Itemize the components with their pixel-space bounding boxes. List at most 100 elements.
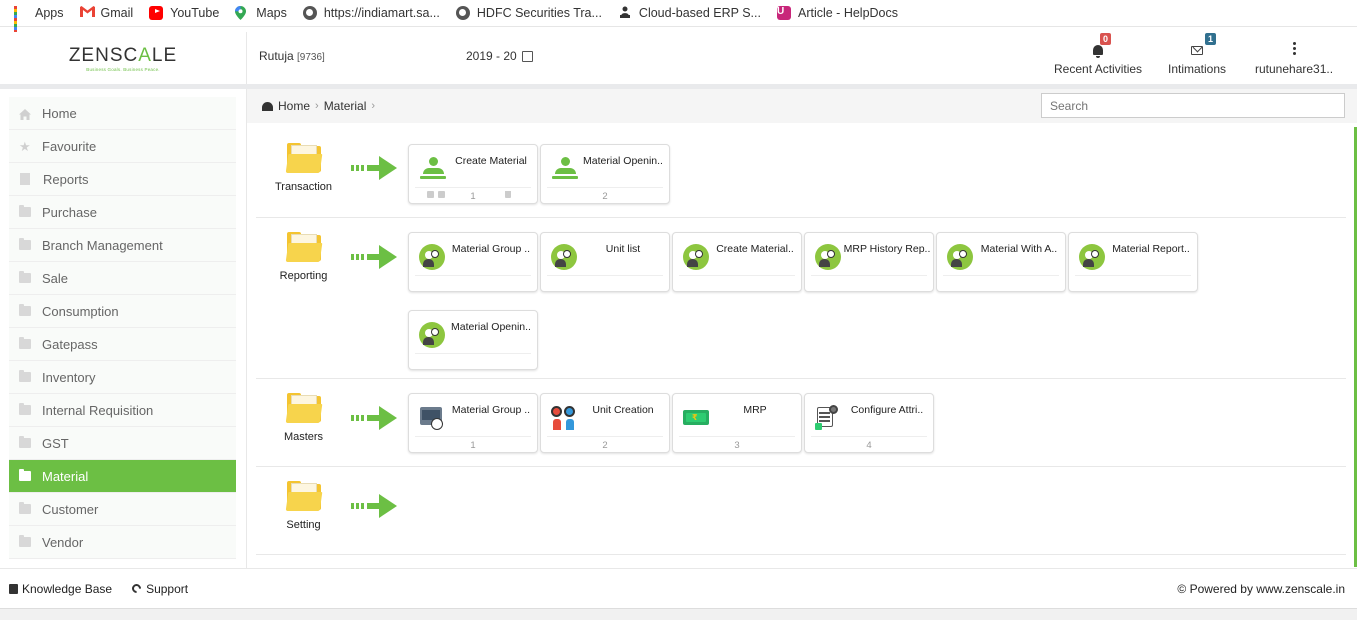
- sidebar-item-label: Material: [42, 468, 89, 484]
- folder-icon: [19, 205, 31, 217]
- financial-year[interactable]: 2019 - 20: [466, 49, 533, 63]
- knowledge-base-link[interactable]: Knowledge Base: [9, 582, 112, 596]
- folder-icon: [19, 535, 31, 547]
- sidebar-item-label: Customer: [42, 501, 99, 517]
- card-number: 2: [602, 440, 608, 451]
- card-create-material-report[interactable]: Create Material..: [672, 232, 802, 292]
- sidebar-item-purchase[interactable]: Purchase: [9, 196, 236, 229]
- sidebar-item-label: Purchase: [42, 204, 97, 220]
- apps-grid-icon: [14, 6, 28, 33]
- card-material-group-report[interactable]: Material Group ..: [408, 232, 538, 292]
- sidebar-item-material[interactable]: Material: [9, 460, 236, 493]
- bookmark-gmail[interactable]: Gmail: [79, 6, 133, 20]
- folder-icon: [285, 481, 322, 511]
- folder-icon: [19, 370, 31, 382]
- sidebar-item-label: Gatepass: [42, 336, 98, 352]
- sidebar-item-consumption[interactable]: Consumption: [9, 295, 236, 328]
- card-material-opening[interactable]: Material Openin.. 2: [540, 144, 670, 204]
- sidebar-item-home[interactable]: Home: [9, 97, 236, 130]
- card-title: Material Group ..: [451, 244, 531, 255]
- support-label: Support: [146, 581, 189, 596]
- user-id: [9736]: [297, 52, 325, 63]
- intimations-button[interactable]: 1 Intimations: [1168, 33, 1226, 76]
- gmail-icon: [79, 6, 95, 20]
- breadcrumb-material[interactable]: Material: [324, 99, 367, 113]
- folder-icon: [19, 436, 31, 448]
- section-label: Setting: [286, 519, 321, 531]
- support-link[interactable]: Support: [130, 581, 189, 596]
- bookmark-helpdocs[interactable]: U Article - HelpDocs: [776, 6, 899, 20]
- trash-icon[interactable]: [505, 191, 511, 198]
- section-masters: Masters Material Group .. 1 Unit Creatio…: [256, 379, 1346, 467]
- report-person-icon: [1079, 244, 1105, 270]
- sidebar-item-sale[interactable]: Sale: [9, 262, 236, 295]
- card-material-report[interactable]: Material Report..: [1068, 232, 1198, 292]
- sidebar-item-label: Branch Management: [42, 237, 163, 253]
- app-header: ZENSCALE Business Goals. Business Peace.…: [0, 32, 1357, 84]
- sidebar: Home ★ Favourite Reports Purchase Branch…: [0, 89, 247, 568]
- card-title: Create Material: [455, 156, 527, 167]
- book-icon: [9, 583, 18, 594]
- bottom-bar: [0, 608, 1357, 620]
- card-mrp-history-report[interactable]: MRP History Rep..: [804, 232, 934, 292]
- folder-icon: [19, 403, 31, 415]
- recent-activities-button[interactable]: 0 Recent Activities: [1054, 33, 1142, 76]
- maps-icon: [235, 6, 249, 20]
- zenscale-logo[interactable]: ZENSCALE Business Goals. Business Peace.: [0, 32, 247, 84]
- card-unit-list[interactable]: Unit list: [540, 232, 670, 292]
- folder-masters[interactable]: Masters: [256, 393, 351, 443]
- bookmark-youtube[interactable]: YouTube: [149, 6, 219, 20]
- account-menu[interactable]: rutunehare31..: [1255, 38, 1333, 76]
- breadcrumb-home[interactable]: Home: [278, 99, 310, 113]
- arrow-right-icon: [351, 406, 397, 430]
- bookmark-erp[interactable]: Cloud-based ERP S...: [618, 6, 761, 20]
- bookmark-apps[interactable]: Apps: [14, 6, 64, 33]
- card-title: Configure Attri..: [850, 405, 924, 416]
- card-unit-creation[interactable]: Unit Creation 2: [540, 393, 670, 453]
- folder-transaction[interactable]: Transaction: [256, 143, 351, 193]
- bookmark-label: Article - HelpDocs: [797, 6, 899, 20]
- globe-icon: [302, 6, 317, 20]
- logo-text: ZENSCALE: [68, 44, 178, 66]
- sidebar-item-gatepass[interactable]: Gatepass: [9, 328, 236, 361]
- bookmark-indiamart[interactable]: https://indiamart.sa...: [302, 6, 440, 20]
- report-person-icon: [815, 244, 841, 270]
- sidebar-item-reports[interactable]: Reports: [9, 163, 236, 196]
- folder-icon: [19, 304, 31, 316]
- bookmark-maps[interactable]: Maps: [235, 6, 287, 20]
- card-create-material[interactable]: Create Material 1: [408, 144, 538, 204]
- card-material-group-master[interactable]: Material Group .. 1: [408, 393, 538, 453]
- main-content: Home › Material › Transaction Create Mat…: [247, 89, 1357, 568]
- card-configure-attributes[interactable]: Configure Attri.. 4: [804, 393, 934, 453]
- card-material-opening-report[interactable]: Material Openin..: [408, 310, 538, 370]
- sidebar-item-inventory[interactable]: Inventory: [9, 361, 236, 394]
- sidebar-item-favourite[interactable]: ★ Favourite: [9, 130, 236, 163]
- folder-setting[interactable]: Setting: [256, 481, 351, 531]
- arrow-right-icon: [351, 494, 397, 518]
- sidebar-item-gst[interactable]: GST: [9, 427, 236, 460]
- report-person-icon: [683, 244, 709, 270]
- bookmark-hdfc[interactable]: HDFC Securities Tra...: [455, 6, 602, 20]
- card-title: Unit list: [605, 244, 641, 255]
- bookmark-label: Cloud-based ERP S...: [638, 6, 761, 20]
- dashboard-icon: [262, 101, 273, 111]
- card-material-with-attributes[interactable]: Material With A..: [936, 232, 1066, 292]
- section-label: Masters: [283, 431, 324, 443]
- currency-note-icon: ₹: [683, 405, 709, 431]
- sidebar-item-customer[interactable]: Customer: [9, 493, 236, 526]
- sidebar-item-branch-management[interactable]: Branch Management: [9, 229, 236, 262]
- search-input[interactable]: [1041, 93, 1345, 118]
- star-icon: ★: [19, 138, 31, 154]
- sidebar-item-vendor[interactable]: Vendor: [9, 526, 236, 559]
- footer: Knowledge Base Support © Powered by www.…: [0, 568, 1357, 608]
- card-title: Material With A..: [980, 244, 1058, 255]
- edit-icon[interactable]: [521, 50, 533, 62]
- configure-document-icon: [815, 405, 841, 431]
- document-icon: [20, 173, 30, 185]
- sidebar-item-label: GST: [42, 435, 69, 451]
- sidebar-item-label: Inventory: [42, 369, 96, 385]
- sidebar-item-internal-requisition[interactable]: Internal Requisition: [9, 394, 236, 427]
- folder-reporting[interactable]: Reporting: [256, 232, 351, 282]
- card-mrp[interactable]: ₹ MRP 3: [672, 393, 802, 453]
- powered-by[interactable]: © Powered by www.zenscale.in: [1177, 582, 1345, 596]
